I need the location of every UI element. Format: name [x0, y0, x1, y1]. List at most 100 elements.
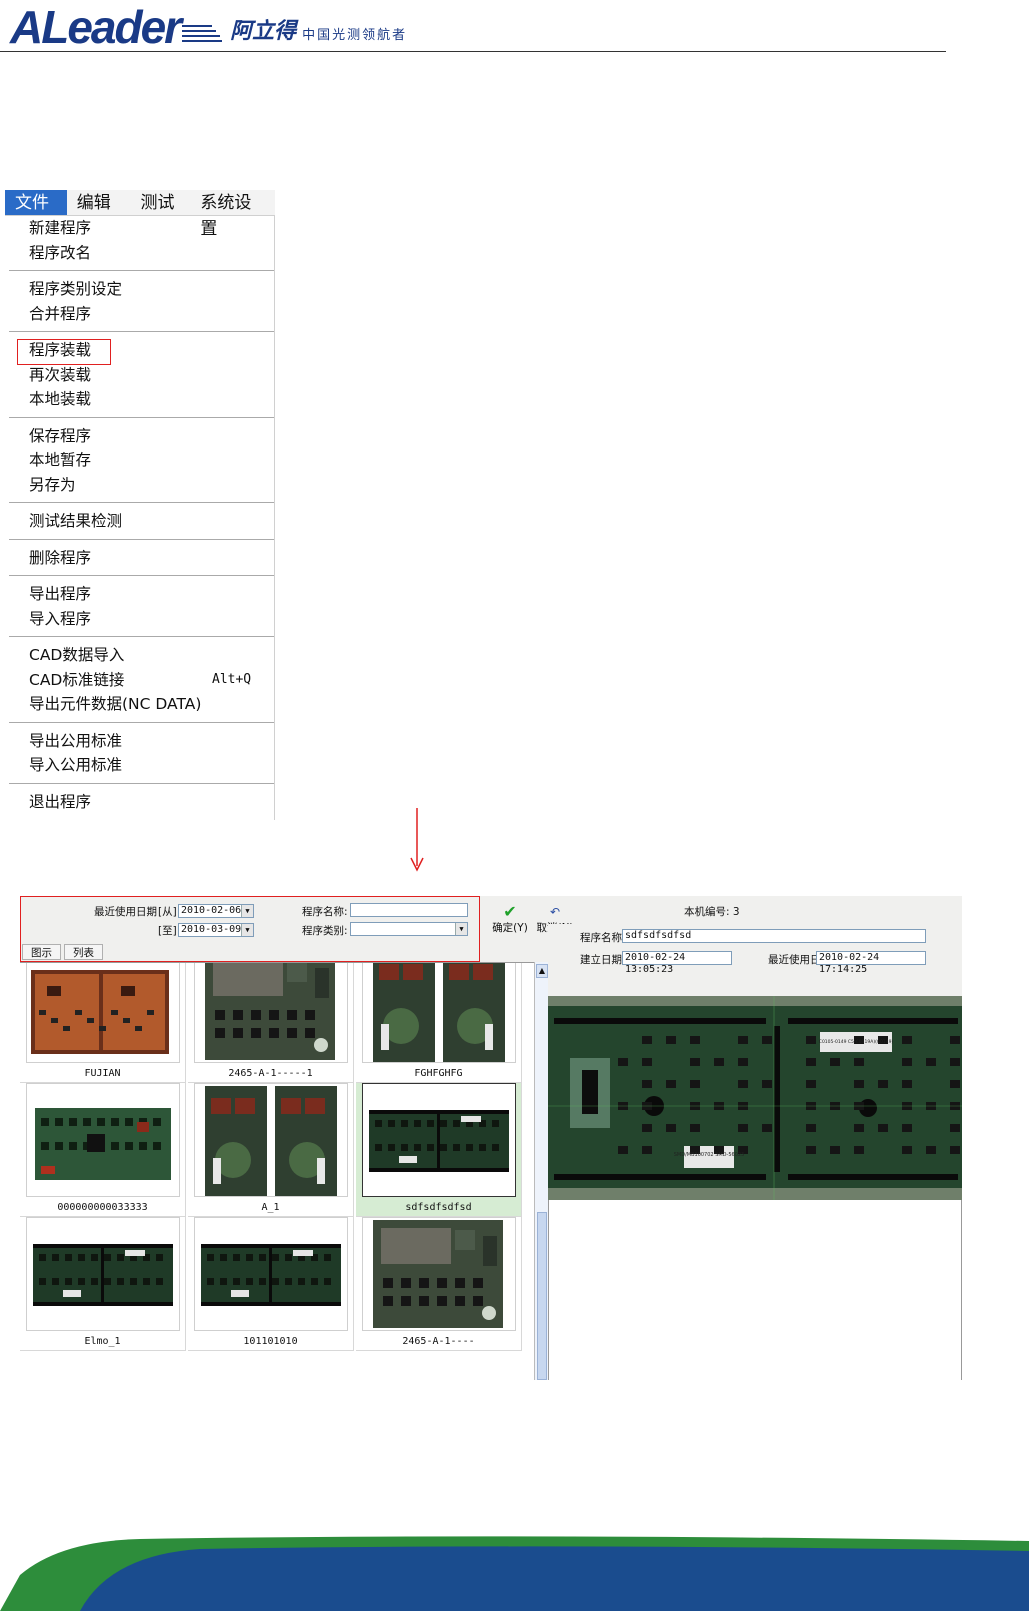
chevron-down-icon[interactable]: ▼: [455, 923, 467, 935]
pcb-thumbnail-image: [26, 963, 180, 1063]
menu-item-label: 本地装载: [29, 390, 92, 408]
header-divider: [0, 51, 946, 52]
menu-separator: [5, 631, 274, 643]
undo-icon: ↶: [549, 905, 561, 919]
menu-item[interactable]: 程序装载: [5, 338, 274, 365]
date-from-select[interactable]: 2010-02-06 ▼: [178, 904, 254, 918]
menu-item-label: 导入程序: [29, 609, 92, 628]
menu-item-label: 新建程序: [29, 219, 92, 237]
ok-button[interactable]: ✔ 确定(Y): [490, 904, 530, 935]
menu-item[interactable]: 合并程序: [5, 302, 274, 327]
menu-item[interactable]: CAD标准链接 Alt+Q: [5, 668, 274, 693]
menu-item[interactable]: 导入公用标准: [5, 753, 274, 778]
program-thumbnail[interactable]: A_1: [188, 1083, 354, 1217]
menu-system-settings[interactable]: 系统设置: [190, 190, 275, 239]
pcb-thumbnail-image: [194, 963, 348, 1063]
pcb-thumbnail-image: [362, 1217, 516, 1331]
menu-separator: [5, 265, 274, 277]
menu-item-label: 测试结果检测: [29, 512, 123, 530]
menu-item[interactable]: 新建程序: [5, 216, 274, 241]
load-program-dialog: 最近使用日期 [从] 2010-02-06 ▼ [至] 2010-03-09 ▼ 程…: [20, 896, 962, 1380]
program-type-select[interactable]: ▼: [350, 922, 468, 936]
program-thumbnail-name: sdfsdfsdfsd: [405, 1202, 472, 1213]
program-thumbnail-name: FGHFGHFG: [414, 1068, 463, 1079]
menu-item[interactable]: 导出公用标准: [5, 729, 274, 754]
menu-item[interactable]: 测试结果检测: [5, 509, 274, 534]
date-to-select[interactable]: 2010-03-09 ▼: [178, 923, 254, 937]
program-thumbnail[interactable]: FUJIAN: [20, 963, 186, 1083]
program-thumbnail[interactable]: FGHFGHFG: [356, 963, 522, 1083]
program-thumbnail[interactable]: 2465-A-1----: [356, 1217, 522, 1351]
menu-item-label: 导出公用标准: [29, 731, 123, 750]
menu-item[interactable]: 导出元件数据(NC DATA): [5, 692, 274, 717]
detail-name-field[interactable]: sdfsdfsdfsd: [622, 929, 926, 943]
detail-last-used-label: 最近使用日: [768, 954, 821, 966]
down-arrow-icon: [410, 808, 424, 872]
menu-item[interactable]: 退出程序: [5, 790, 274, 815]
program-thumbnail[interactable]: 2465-A-1-----1: [188, 963, 354, 1083]
menu-item-label: 导入公用标准: [29, 756, 123, 774]
menu-edit[interactable]: 编辑: [67, 190, 131, 215]
program-thumbnail-name: FUJIAN: [84, 1068, 121, 1079]
program-thumbnail-grid: FUJIAN 2465-A-1-----1 FGHFGHFG 000000000033…: [20, 962, 534, 1380]
machine-number: 本机编号: 3: [684, 906, 740, 918]
pcb-thumbnail-image: [362, 1083, 516, 1197]
program-thumbnail-name: 000000000033333: [57, 1202, 148, 1213]
program-thumbnail-name: A_1: [261, 1202, 280, 1213]
program-thumbnail-name: Elmo_1: [84, 1336, 121, 1347]
scrollbar-thumb[interactable]: [537, 1212, 547, 1380]
gallery-scrollbar[interactable]: ▲: [534, 962, 548, 1380]
menu-item[interactable]: 程序类别设定: [5, 277, 274, 302]
menu-item[interactable]: CAD数据导入: [5, 643, 274, 668]
program-type-label: 程序类别:: [302, 925, 348, 937]
menu-item-label: 程序改名: [29, 243, 92, 262]
menu-item-label: 退出程序: [29, 792, 92, 811]
menu-item[interactable]: 本地暂存: [5, 448, 274, 473]
menu-test[interactable]: 测试: [131, 190, 191, 215]
footer-swoosh: [0, 1536, 1029, 1611]
ok-label: 确定(Y): [492, 922, 528, 934]
menu-item-label: 再次装载: [29, 365, 92, 384]
menu-item[interactable]: 导入程序: [5, 607, 274, 632]
detail-last-used-field: 2010-02-24 17:14:25: [816, 951, 926, 975]
file-menu-dropdown: 新建程序程序改名程序类别设定合并程序程序装载再次装载本地装载保存程序 本地暂存 另存…: [5, 216, 275, 820]
from-label: [从]: [158, 906, 177, 918]
menu-item[interactable]: 程序改名: [5, 241, 274, 266]
pcb-thumbnail-image: [26, 1083, 180, 1197]
scroll-up-icon[interactable]: ▲: [536, 964, 548, 978]
menu-shortcut: Alt+Q: [212, 671, 252, 687]
menu-bar: 文件 编辑 测试 系统设置: [5, 190, 275, 239]
program-name-input[interactable]: [350, 903, 468, 917]
menu-item-label: 合并程序: [29, 304, 92, 323]
pcb-thumbnail-image: [362, 963, 516, 1063]
menu-item[interactable]: 本地装载: [5, 387, 274, 412]
program-thumbnail[interactable]: Elmo_1: [20, 1217, 186, 1351]
menu-item[interactable]: 另存为: [5, 473, 274, 498]
logo-wordmark: ALeader: [10, 1, 182, 53]
menu-file[interactable]: 文件: [5, 190, 67, 215]
pcb-thumbnail-image: [194, 1083, 348, 1197]
menu-item-label: CAD数据导入: [29, 646, 125, 664]
menu-item[interactable]: 导出程序: [5, 582, 274, 607]
recent-date-label: 最近使用日期: [94, 906, 157, 918]
program-thumbnail[interactable]: 101101010: [188, 1217, 354, 1351]
menu-separator: [5, 534, 274, 546]
menu-separator: [5, 497, 274, 509]
program-thumbnail[interactable]: sdfsdfsdfsd: [356, 1083, 522, 1217]
logo-tagline: 中国光测领航者: [302, 28, 408, 43]
menu-item[interactable]: 保存程序: [5, 424, 274, 449]
tab-graphic[interactable]: 图示: [22, 944, 61, 960]
brand-logo: ALeader 阿立得 中国光测领航者: [10, 2, 407, 50]
program-thumbnail[interactable]: 000000000033333: [20, 1083, 186, 1217]
program-thumbnail-name: 2465-A-1-----1: [228, 1068, 313, 1079]
detail-blank-area: [548, 1200, 962, 1380]
detail-created-label: 建立日期: [580, 954, 622, 966]
menu-item[interactable]: 删除程序: [5, 546, 274, 571]
logo-chinese: 阿立得: [230, 19, 297, 44]
menu-item-label: 程序装载: [29, 341, 92, 359]
chevron-down-icon[interactable]: ▼: [241, 924, 253, 936]
logo-stripes: [182, 25, 223, 42]
tab-list[interactable]: 列表: [64, 944, 103, 960]
chevron-down-icon[interactable]: ▼: [241, 905, 253, 917]
menu-item[interactable]: 再次装载: [5, 363, 274, 388]
